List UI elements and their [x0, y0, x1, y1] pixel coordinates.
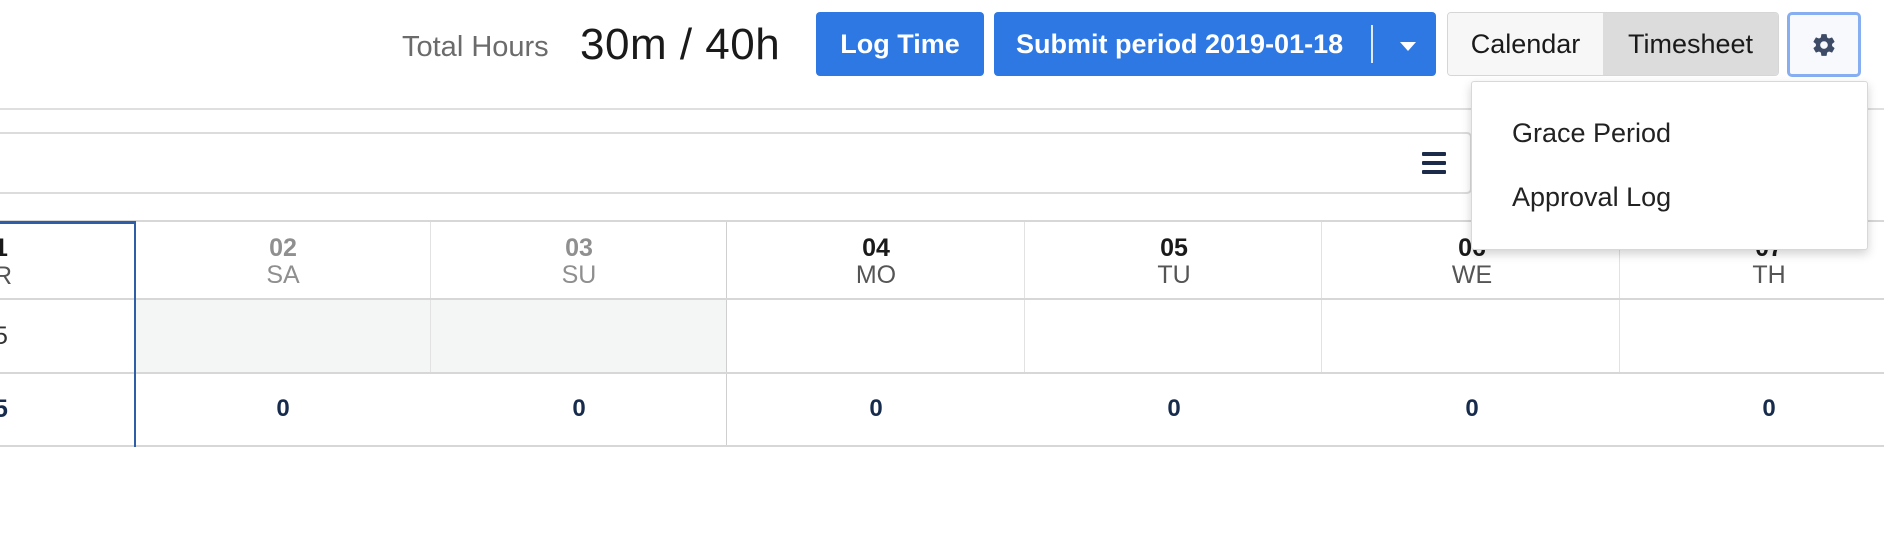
day-total: 0 [1465, 395, 1479, 422]
menu-item-grace-period[interactable]: Grace Period [1512, 118, 1671, 149]
day-number: 03 [565, 234, 593, 262]
grid-bottom-border [0, 445, 1884, 447]
total-hours-label: Total Hours [402, 31, 549, 63]
settings-dropdown-menu: Grace Period Approval Log [1471, 81, 1868, 250]
day-number: 1 [0, 234, 8, 262]
day-total: 5 [0, 395, 8, 423]
time-cell[interactable] [1322, 300, 1619, 372]
split-divider [1371, 25, 1373, 63]
submit-period-label: Submit period 2019-01-18 [1016, 28, 1344, 59]
column-header: 05 TU [1074, 234, 1274, 288]
total-hours-value: 30m / 40h [580, 20, 781, 69]
timesheet-view-button[interactable]: Timesheet [1603, 13, 1778, 75]
grid-row-border [0, 372, 1884, 374]
today-column-marker [0, 221, 135, 224]
day-total: 0 [276, 395, 290, 422]
view-toggle: Calendar Timesheet [1447, 12, 1779, 76]
time-cell-value[interactable]: 5 [0, 322, 8, 351]
time-cell[interactable] [136, 300, 430, 372]
column-divider [430, 222, 431, 298]
menu-item-approval-log[interactable]: Approval Log [1512, 182, 1671, 213]
log-time-button[interactable]: Log Time [816, 12, 984, 76]
chevron-down-icon[interactable] [1400, 41, 1416, 51]
hamburger-menu-icon[interactable] [1422, 152, 1446, 174]
day-of-week: TU [1157, 261, 1191, 289]
day-total: 0 [869, 395, 883, 422]
column-header: 02 SA [183, 234, 383, 288]
day-of-week: R [0, 262, 13, 290]
day-of-week: TH [1752, 261, 1786, 289]
gear-icon [1813, 33, 1835, 56]
settings-button[interactable] [1787, 12, 1861, 77]
column-header: 04 MO [776, 234, 976, 288]
time-cell[interactable] [1025, 300, 1321, 372]
time-cell[interactable] [1620, 300, 1884, 372]
day-number: 02 [269, 234, 297, 262]
submit-period-button[interactable]: Submit period 2019-01-18 [994, 12, 1436, 76]
day-of-week: MO [855, 261, 897, 289]
day-total: 0 [1167, 395, 1181, 422]
day-total: 0 [1762, 395, 1776, 422]
column-header: 03 SU [479, 234, 679, 288]
day-of-week: WE [1451, 261, 1493, 289]
day-number: 05 [1160, 234, 1188, 262]
day-of-week: SU [561, 261, 597, 289]
time-cell[interactable] [431, 300, 726, 372]
calendar-view-button[interactable]: Calendar [1448, 13, 1603, 75]
filter-bar[interactable] [0, 132, 1472, 194]
time-cell[interactable] [727, 300, 1024, 372]
day-of-week: SA [266, 261, 300, 289]
day-number: 04 [862, 234, 890, 262]
day-total: 0 [572, 395, 586, 422]
